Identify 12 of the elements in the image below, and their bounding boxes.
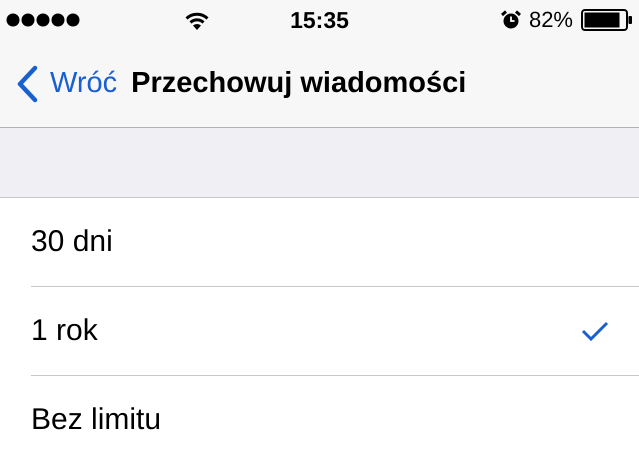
back-button[interactable]: Wróć (16, 64, 118, 102)
option-row[interactable]: 30 dni (31, 198, 639, 287)
page-title: Przechowuj wiadomości (131, 67, 466, 100)
signal-icon (6, 13, 80, 27)
chevron-left-icon (16, 64, 38, 102)
battery-icon (581, 9, 633, 31)
alarm-clock-icon (500, 10, 521, 30)
status-time: 15:35 (290, 6, 349, 34)
wifi-icon (184, 10, 210, 30)
option-row[interactable]: Bez limitu (31, 376, 639, 455)
battery-percentage: 82% (528, 7, 573, 33)
option-row[interactable]: 1 rok (31, 287, 639, 376)
